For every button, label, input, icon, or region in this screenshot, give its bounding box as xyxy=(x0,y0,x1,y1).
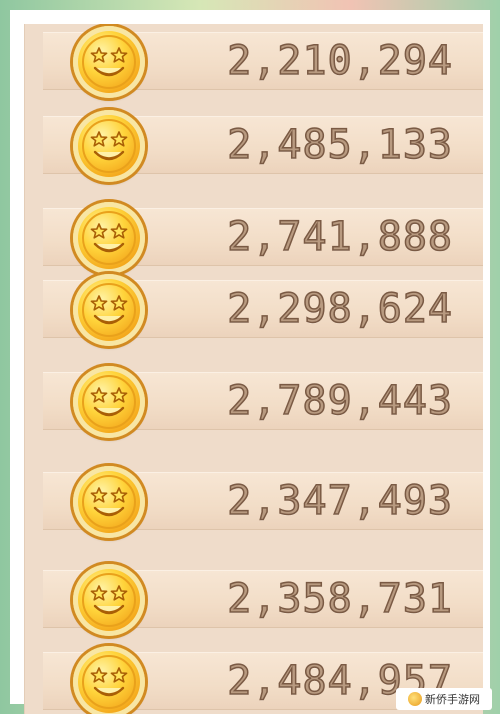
coin-amount: 2,210,294 xyxy=(227,37,453,85)
list-item: 2,298,624 xyxy=(25,272,483,346)
coin-list-panel: 2,210,294 2,485,133 2,741,888 2,298,624 xyxy=(24,24,483,714)
list-item: 2,358,731 xyxy=(25,562,483,636)
gold-coin-icon xyxy=(73,202,145,274)
coin-list: 2,210,294 2,485,133 2,741,888 2,298,624 xyxy=(25,24,483,714)
list-item: 2,485,133 xyxy=(25,108,483,182)
coin-amount: 2,485,133 xyxy=(227,121,453,169)
gold-coin-icon xyxy=(73,646,145,714)
coin-amount: 2,741,888 xyxy=(227,213,453,261)
gold-coin-icon xyxy=(73,26,145,98)
list-item: 2,210,294 xyxy=(25,24,483,98)
site-watermark: 新侨手游网 xyxy=(396,688,492,710)
coin-amount: 2,298,624 xyxy=(227,285,453,333)
list-item: 2,347,493 xyxy=(25,464,483,538)
watermark-logo-icon xyxy=(408,692,422,706)
list-item: 2,789,443 xyxy=(25,364,483,438)
gold-coin-icon xyxy=(73,366,145,438)
watermark-text: 新侨手游网 xyxy=(425,693,480,706)
coin-amount: 2,789,443 xyxy=(227,377,453,425)
gold-coin-icon xyxy=(73,110,145,182)
gold-coin-icon xyxy=(73,274,145,346)
gold-coin-icon xyxy=(73,564,145,636)
coin-amount: 2,358,731 xyxy=(227,575,453,623)
coin-amount: 2,347,493 xyxy=(227,477,453,525)
list-item: 2,741,888 xyxy=(25,200,483,274)
gold-coin-icon xyxy=(73,466,145,538)
